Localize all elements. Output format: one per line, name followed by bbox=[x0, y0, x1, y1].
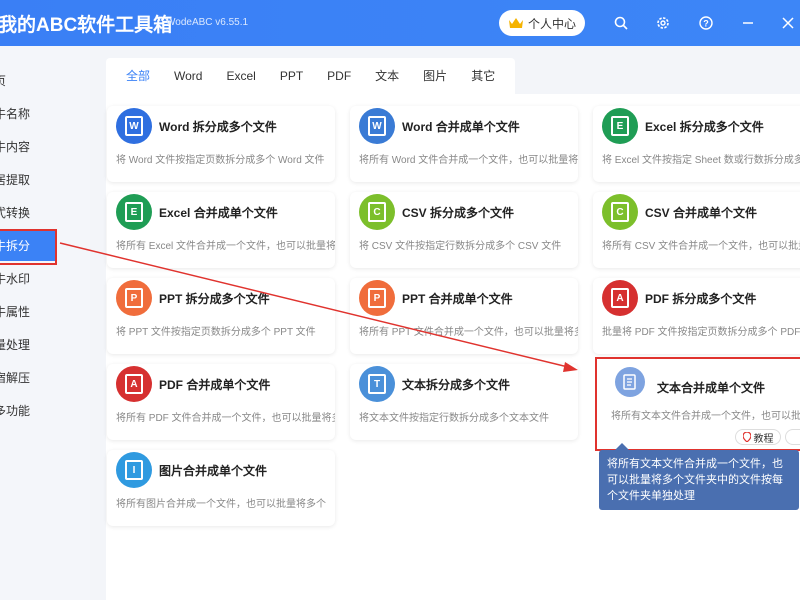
card-description: 批量将 PDF 文件按指定页数拆分成多个 PDF 文件 bbox=[602, 327, 800, 338]
tool-card[interactable]: P PPT 拆分成多个文件将 PPT 文件按指定页数拆分成多个 PPT 文件 bbox=[107, 278, 335, 354]
card-description: 将所有 PDF 文件合并成一个文件，也可以批量将多 bbox=[116, 413, 335, 424]
file-type-icon: A bbox=[602, 280, 638, 316]
tool-card[interactable]: C CSV 合并成单个文件将所有 CSV 文件合并成一个文件，也可以批量将多 bbox=[593, 192, 800, 268]
category-tabs: 全部 Word Excel PPT PDF 文本 图片 其它 bbox=[106, 58, 516, 94]
tab-ppt[interactable]: PPT bbox=[268, 58, 315, 94]
card-title: Excel 合并成单个文件 bbox=[159, 206, 278, 220]
sidebar-item-home[interactable]: 页 bbox=[0, 66, 90, 96]
tab-image[interactable]: 图片 bbox=[411, 58, 459, 94]
title-bar: 我的ABC软件工具箱 WodeABC v6.55.1 个人中心 ? bbox=[0, 0, 800, 46]
tutorial-label: 教程 bbox=[753, 433, 774, 445]
file-type-icon: I bbox=[116, 452, 152, 488]
file-type-icon: W bbox=[359, 108, 395, 144]
sidebar: 页 牛名称 牛内容 居提取 弌转换 牛拆分 牛水印 牛属性 量处理 宿解压 多功… bbox=[0, 46, 90, 600]
tooltip: 将所有文本文件合并成一个文件，也可以批量将多个文件夹中的文件按每个文件夹单独处理 bbox=[599, 450, 799, 510]
card-title: CSV 合并成单个文件 bbox=[645, 206, 758, 220]
card-description: 将所有 Word 文件合并成一个文件，也可以批量将多 bbox=[359, 155, 578, 166]
file-type-icon: P bbox=[116, 280, 152, 316]
tab-all[interactable]: 全部 bbox=[114, 58, 162, 94]
crown-icon bbox=[508, 18, 523, 28]
sidebar-item-more-functions[interactable]: 多功能 bbox=[0, 396, 90, 426]
file-type-icon: P bbox=[359, 280, 395, 316]
tool-card[interactable]: C CSV 拆分成多个文件将 CSV 文件按指定行数拆分成多个 CSV 文件 bbox=[350, 192, 578, 268]
app-title: 我的ABC软件工具箱 bbox=[0, 15, 173, 36]
card-description: 将所有图片合并成一个文件，也可以批量将多个 bbox=[116, 499, 326, 510]
tab-excel[interactable]: Excel bbox=[214, 58, 267, 94]
card-description: 将文本文件按指定行数拆分成多个文本文件 bbox=[359, 413, 549, 424]
tool-card[interactable]: A PDF 拆分成多个文件批量将 PDF 文件按指定页数拆分成多个 PDF 文件 bbox=[593, 278, 800, 354]
personal-center-button[interactable]: 个人中心 bbox=[499, 10, 585, 36]
card-title: PPT 拆分成多个文件 bbox=[159, 292, 270, 306]
svg-text:?: ? bbox=[703, 19, 709, 29]
card-title: PDF 合并成单个文件 bbox=[159, 378, 271, 392]
tab-word[interactable]: Word bbox=[162, 58, 214, 94]
sidebar-item-batch-process[interactable]: 量处理 bbox=[0, 330, 90, 360]
file-type-icon: T bbox=[359, 366, 395, 402]
card-title: CSV 拆分成多个文件 bbox=[402, 206, 515, 220]
tool-card[interactable]: W Word 拆分成多个文件将 Word 文件按指定页数拆分成多个 Word 文件 bbox=[107, 106, 335, 182]
tool-card[interactable]: W Word 合并成单个文件将所有 Word 文件合并成一个文件，也可以批量将多 bbox=[350, 106, 578, 182]
tab-other[interactable]: 其它 bbox=[459, 58, 507, 94]
tool-card[interactable]: I 图片合并成单个文件将所有图片合并成一个文件，也可以批量将多个 bbox=[107, 450, 335, 526]
card-description: 将所有 CSV 文件合并成一个文件，也可以批量将多 bbox=[602, 241, 800, 252]
sidebar-item-file-content[interactable]: 牛内容 bbox=[0, 132, 90, 162]
card-title: 图片合并成单个文件 bbox=[159, 464, 268, 478]
card-description: 将 CSV 文件按指定行数拆分成多个 CSV 文件 bbox=[359, 241, 562, 252]
search-icon[interactable] bbox=[611, 13, 631, 33]
file-type-icon: C bbox=[359, 194, 395, 230]
card-description: 将所有文本文件合并成一个文件，也可以批量将 bbox=[611, 411, 800, 422]
tab-pdf[interactable]: PDF bbox=[315, 58, 363, 94]
file-type-icon: C bbox=[602, 194, 638, 230]
card-title: 文本拆分成多个文件 bbox=[402, 378, 511, 392]
sidebar-item-compress[interactable]: 宿解压 bbox=[0, 363, 90, 393]
sidebar-item-format-convert[interactable]: 弌转换 bbox=[0, 198, 90, 228]
text-file-icon bbox=[615, 367, 645, 397]
card-title: Word 拆分成多个文件 bbox=[159, 120, 277, 134]
personal-center-label: 个人中心 bbox=[527, 16, 576, 31]
tool-card[interactable]: E Excel 拆分成多个文件将 Excel 文件按指定 Sheet 数或行数拆分… bbox=[593, 106, 800, 182]
tutorial-button[interactable]: 教程 bbox=[735, 429, 781, 445]
minimize-icon[interactable] bbox=[738, 13, 758, 33]
tooltip-pointer bbox=[615, 443, 629, 450]
card-description: 将所有 Excel 文件合并成一个文件，也可以批量将多 bbox=[116, 241, 335, 252]
card-description: 将 Word 文件按指定页数拆分成多个 Word 文件 bbox=[116, 155, 325, 166]
card-description: 将 Excel 文件按指定 Sheet 数或行数拆分成多个 bbox=[602, 155, 800, 166]
tool-card-text-merge[interactable]: 文本合并成单个文件 将所有文本文件合并成一个文件，也可以批量将 教程 bbox=[595, 357, 800, 451]
card-title: PDF 拆分成多个文件 bbox=[645, 292, 757, 306]
sidebar-item-watermark[interactable]: 牛水印 bbox=[0, 264, 90, 294]
app-version: WodeABC v6.55.1 bbox=[166, 17, 249, 28]
help-icon[interactable]: ? bbox=[696, 13, 716, 33]
gear-icon[interactable] bbox=[653, 13, 673, 33]
card-title: PPT 合并成单个文件 bbox=[402, 292, 513, 306]
file-type-icon: W bbox=[116, 108, 152, 144]
card-title: Word 合并成单个文件 bbox=[402, 120, 520, 134]
sidebar-item-data-extract[interactable]: 居提取 bbox=[0, 165, 90, 195]
card-description: 将 PPT 文件按指定页数拆分成多个 PPT 文件 bbox=[116, 327, 316, 338]
tab-text[interactable]: 文本 bbox=[363, 58, 411, 94]
card-title: 文本合并成单个文件 bbox=[657, 381, 766, 395]
file-type-icon: E bbox=[602, 108, 638, 144]
close-icon[interactable] bbox=[778, 13, 798, 33]
tool-card[interactable]: E Excel 合并成单个文件将所有 Excel 文件合并成一个文件，也可以批量将… bbox=[107, 192, 335, 268]
sidebar-item-file-attributes[interactable]: 牛属性 bbox=[0, 297, 90, 327]
file-type-icon: E bbox=[116, 194, 152, 230]
tool-card[interactable]: T 文本拆分成多个文件将文本文件按指定行数拆分成多个文本文件 bbox=[350, 364, 578, 440]
card-description: 将所有 PPT 文件合并成一个文件，也可以批量将多个 bbox=[359, 327, 578, 338]
file-type-icon: A bbox=[116, 366, 152, 402]
tool-card[interactable]: P PPT 合并成单个文件将所有 PPT 文件合并成一个文件，也可以批量将多个 bbox=[350, 278, 578, 354]
tool-card[interactable]: A PDF 合并成单个文件将所有 PDF 文件合并成一个文件，也可以批量将多 bbox=[107, 364, 335, 440]
sidebar-highlight-box bbox=[0, 229, 57, 265]
pin-icon bbox=[742, 432, 751, 442]
more-button[interactable] bbox=[785, 429, 800, 445]
card-title: Excel 拆分成多个文件 bbox=[645, 120, 764, 134]
sidebar-item-file-name[interactable]: 牛名称 bbox=[0, 99, 90, 129]
